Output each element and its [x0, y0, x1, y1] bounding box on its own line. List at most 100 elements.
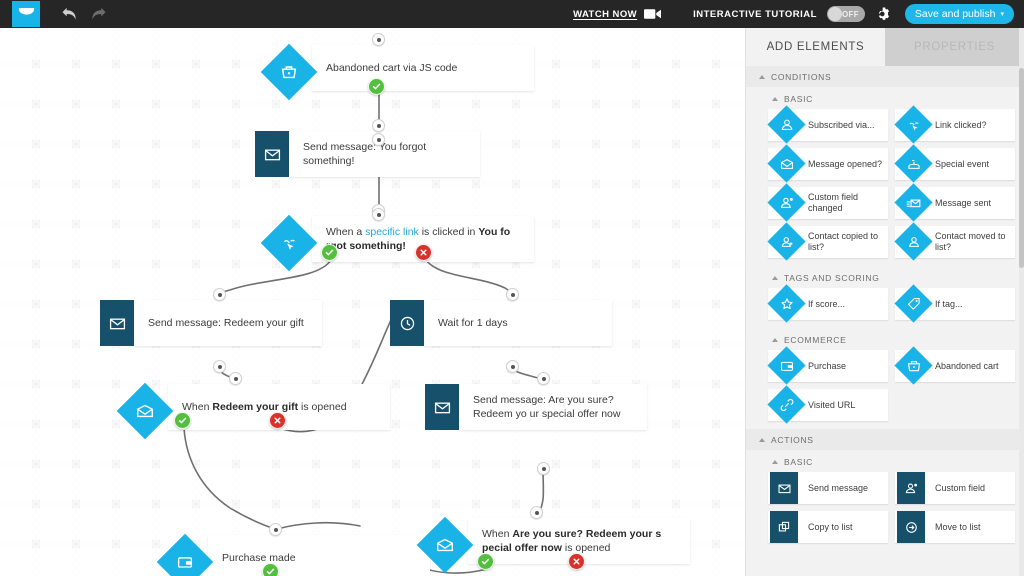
connector-port[interactable]	[537, 372, 550, 385]
app-logo[interactable]	[12, 1, 40, 27]
user-field-icon	[780, 197, 793, 208]
branch-yes-marker[interactable]	[321, 244, 338, 261]
save-and-publish-button[interactable]: Save and publish ▾	[904, 4, 1014, 24]
link-click-cursor-icon	[283, 239, 295, 250]
branch-yes-marker[interactable]	[477, 553, 494, 570]
node-send-message-redeem[interactable]: Send message: Redeem your gift	[100, 300, 322, 346]
link-click-cursor-icon	[909, 122, 919, 131]
gear-icon[interactable]	[877, 7, 891, 21]
connector-port[interactable]	[530, 506, 543, 519]
tab-properties-label: PROPERTIES	[914, 41, 995, 53]
sidebar-scrollbar-thumb[interactable]	[1019, 68, 1024, 268]
connector-port[interactable]	[372, 208, 385, 221]
sidebar-item-if-tag[interactable]: If tag...	[894, 284, 1015, 323]
sidebar-item-label: Contact copied to list?	[808, 231, 879, 252]
item-badge	[894, 284, 933, 323]
sidebar-item-label: Special event	[935, 158, 990, 169]
clock-icon	[400, 316, 414, 330]
sidebar-item-message-sent[interactable]: Message sent	[894, 183, 1015, 222]
tutorial-toggle[interactable]: OFF	[826, 6, 865, 22]
sidebar-subgroup-header[interactable]: BASIC	[746, 450, 1024, 472]
sidebar-item-send-message[interactable]: Send message	[768, 472, 888, 504]
branch-yes-marker[interactable]	[368, 78, 385, 95]
connector-port[interactable]	[506, 360, 519, 373]
sidebar-item-rows: Send message Custom field Copy to list Move…	[746, 472, 1024, 551]
node-badge	[416, 516, 474, 574]
sidebar-item-copy-to-list[interactable]: Copy to list	[768, 511, 888, 543]
sidebar-item-link-clicked[interactable]: Link clicked?	[894, 105, 1015, 144]
collapse-caret-icon[interactable]	[772, 276, 778, 280]
node-purchase-made[interactable]: Purchase made	[156, 533, 430, 576]
sidebar-item-contact-copied-to-list[interactable]: Contact copied to list?	[767, 222, 888, 261]
branch-no-marker[interactable]	[415, 244, 432, 261]
sidebar-group-header[interactable]: CONDITIONS	[746, 66, 1024, 87]
video-camera-icon[interactable]	[644, 8, 662, 20]
contact-move-icon	[908, 237, 920, 247]
shopping-basket-icon	[907, 361, 921, 372]
connector-port[interactable]	[213, 288, 226, 301]
node-wait-for-days[interactable]: Wait for 1 days	[390, 300, 612, 346]
connector-port[interactable]	[372, 119, 385, 132]
redo-arrow-icon[interactable]	[91, 7, 106, 21]
sidebar-item-label: Copy to list	[808, 521, 853, 532]
sidebar-item-message-opened[interactable]: Message opened?	[767, 144, 888, 183]
workflow-canvas[interactable]: Abandoned cart via JS code Send message:…	[0, 28, 745, 576]
sidebar-item-special-event[interactable]: Special event	[894, 144, 1015, 183]
node-specific-link-clicked[interactable]: When a specific link is clicked in You f…	[260, 214, 534, 272]
sidebar-item-abandoned-cart[interactable]: Abandoned cart	[894, 346, 1015, 385]
connector-port[interactable]	[537, 462, 550, 475]
node-special-offer-opened[interactable]: When Are you sure? Redeem your s pecial …	[416, 516, 690, 574]
watch-now-link[interactable]: WATCH NOW	[573, 9, 637, 20]
sidebar-item-if-score[interactable]: If score...	[767, 284, 888, 323]
tab-add-elements[interactable]: ADD ELEMENTS	[746, 28, 885, 66]
save-and-publish-label: Save and publish	[914, 8, 996, 20]
node-abandoned-cart[interactable]: Abandoned cart via JS code	[260, 43, 534, 101]
toggle-state-label: OFF	[842, 9, 859, 19]
collapse-caret-icon[interactable]	[772, 97, 778, 101]
sidebar-item-row: Subscribed via... Link clicked?	[746, 105, 1024, 144]
connector-port[interactable]	[229, 372, 242, 385]
connector-port[interactable]	[269, 523, 282, 536]
collapse-caret-icon[interactable]	[772, 338, 778, 342]
sidebar-item-custom-field-changed[interactable]: Custom field changed	[767, 183, 888, 222]
sidebar-item-custom-field[interactable]: Custom field	[895, 472, 1015, 504]
sidebar-scrollbar-track[interactable]	[1019, 28, 1024, 576]
node-send-message-forgot[interactable]: Send message: You forgot something!	[255, 131, 480, 177]
connector-port[interactable]	[213, 360, 226, 373]
sidebar-subgroup-title: BASIC	[784, 457, 814, 467]
tab-properties[interactable]: PROPERTIES	[885, 28, 1024, 66]
collapse-caret-icon[interactable]	[759, 438, 765, 442]
collapse-caret-icon[interactable]	[759, 75, 765, 79]
node-badge	[100, 300, 134, 346]
sidebar-group-title: CONDITIONS	[771, 72, 832, 82]
branch-no-marker[interactable]	[269, 412, 286, 429]
sidebar-item-subscribed-via[interactable]: Subscribed via...	[767, 105, 888, 144]
undo-arrow-icon[interactable]	[62, 7, 77, 21]
sidebar-item-label: Message sent	[935, 197, 992, 208]
connector-port[interactable]	[372, 133, 385, 146]
sidebar-item-purchase[interactable]: Purchase	[767, 346, 888, 385]
sidebar-item-label: Send message	[808, 482, 869, 493]
node-label: Wait for 1 days	[424, 300, 612, 346]
sidebar-item-row: If score... If tag...	[746, 284, 1024, 323]
item-badge	[894, 183, 933, 222]
node-badge	[390, 300, 424, 346]
sidebar-item-contact-moved-to-list[interactable]: Contact moved to list?	[894, 222, 1015, 261]
elements-sidebar[interactable]: ADD ELEMENTS PROPERTIES CONDITIONS BASIC S…	[745, 28, 1024, 576]
envelope-icon	[109, 318, 125, 329]
collapse-caret-icon[interactable]	[772, 460, 778, 464]
sidebar-group-header[interactable]: ACTIONS	[746, 429, 1024, 450]
sidebar-item-visited-url[interactable]: Visited URL	[767, 385, 888, 424]
sidebar-item-move-to-list[interactable]: Move to list	[895, 511, 1015, 543]
connector-port[interactable]	[372, 33, 385, 46]
sidebar-item-label: Contact moved to list?	[935, 231, 1006, 252]
contact-copy-icon	[781, 237, 793, 247]
branch-yes-marker[interactable]	[174, 412, 191, 429]
sidebar-item-row: Contact copied to list? Contact moved to …	[746, 222, 1024, 261]
wallet-purchase-icon	[177, 557, 193, 568]
branch-yes-marker[interactable]	[262, 563, 279, 576]
node-redeem-gift-opened[interactable]: When Redeem your gift is opened	[116, 382, 390, 440]
branch-no-marker[interactable]	[568, 553, 585, 570]
connector-port[interactable]	[506, 288, 519, 301]
node-send-message-are-you-sure[interactable]: Send message: Are you sure? Redeem yo ur…	[425, 384, 647, 430]
